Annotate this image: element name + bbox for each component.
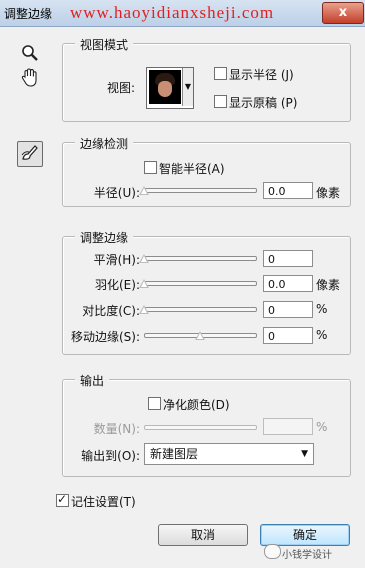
smart-radius-label: 智能半径(A): [159, 162, 225, 176]
smooth-slider[interactable]: [144, 256, 257, 261]
window-title: 调整边缘: [4, 7, 53, 21]
view-mode-group: 视图模式: [62, 36, 351, 122]
credit-text: 小钱学设计: [282, 550, 332, 561]
radius-input[interactable]: 0.0: [263, 182, 313, 199]
edge-detection-legend: 边缘检测: [75, 135, 134, 152]
show-radius-checkbox[interactable]: [214, 67, 227, 80]
remember-settings-checkbox[interactable]: [56, 492, 69, 507]
contrast-slider[interactable]: [144, 307, 257, 312]
zoom-icon[interactable]: [18, 44, 42, 68]
show-original-label: 显示原稿 (P): [229, 96, 298, 110]
radius-unit: 像素: [316, 186, 341, 200]
title-bar: 调整边缘 www.haoyidianxsheji.com x: [0, 0, 365, 27]
output-to-label: 输出到(O):: [81, 449, 140, 463]
view-mode-legend: 视图模式: [75, 36, 134, 53]
radius-slider[interactable]: [144, 188, 257, 193]
decontaminate-colors-checkbox[interactable]: [148, 397, 161, 410]
feather-slider[interactable]: [144, 281, 257, 286]
radius-label: 半径(U):: [93, 186, 140, 200]
wechat-icon: [264, 544, 281, 559]
close-icon: x: [338, 5, 348, 20]
contrast-label: 对比度(C):: [82, 304, 140, 318]
shift-edge-input[interactable]: 0: [263, 327, 313, 344]
hand-icon[interactable]: [18, 68, 42, 92]
output-legend: 输出: [75, 372, 110, 389]
view-label: 视图:: [107, 81, 136, 95]
contrast-input[interactable]: 0: [263, 301, 313, 318]
chevron-down-icon[interactable]: ▼: [182, 68, 193, 106]
amount-label: 数量(N):: [93, 422, 140, 436]
chevron-down-icon: ▼: [301, 449, 308, 459]
smart-radius-checkbox[interactable]: [144, 161, 157, 174]
remember-settings-label: 记住设置(T): [71, 495, 136, 509]
feather-input[interactable]: 0.0: [263, 275, 313, 292]
amount-slider: [144, 425, 257, 430]
output-to-value: 新建图层: [150, 447, 199, 461]
output-to-select[interactable]: 新建图层 ▼: [144, 443, 314, 465]
view-mode-picker[interactable]: ▼: [146, 67, 194, 109]
feather-slider-thumb[interactable]: [139, 279, 149, 288]
radius-slider-thumb[interactable]: [139, 186, 149, 195]
show-radius-label: 显示半径 (J): [229, 68, 294, 82]
contrast-unit: %: [316, 302, 328, 316]
shift-edge-slider-thumb[interactable]: [194, 331, 205, 340]
view-preview-thumbnail: [149, 70, 181, 104]
smooth-label: 平滑(H):: [93, 253, 140, 267]
shift-edge-label: 移动边缘(S):: [70, 330, 140, 344]
amount-unit: %: [316, 420, 328, 434]
feather-unit: 像素: [316, 278, 341, 292]
contrast-slider-thumb[interactable]: [139, 305, 149, 314]
watermark-url: www.haoyidianxsheji.com: [70, 3, 275, 22]
adjust-edge-legend: 调整边缘: [75, 229, 134, 246]
show-original-checkbox[interactable]: [214, 95, 227, 108]
refine-radius-brush-icon[interactable]: [17, 141, 43, 167]
smooth-slider-thumb[interactable]: [139, 254, 149, 263]
smooth-input[interactable]: 0: [263, 250, 313, 267]
feather-label: 羽化(E):: [95, 278, 140, 292]
ok-button[interactable]: 确定: [260, 524, 350, 546]
close-button[interactable]: x: [322, 2, 364, 24]
decontaminate-colors-label: 净化颜色(D): [163, 398, 230, 412]
cancel-button[interactable]: 取消: [158, 524, 248, 546]
amount-input: [263, 418, 313, 435]
shift-edge-unit: %: [316, 328, 328, 342]
